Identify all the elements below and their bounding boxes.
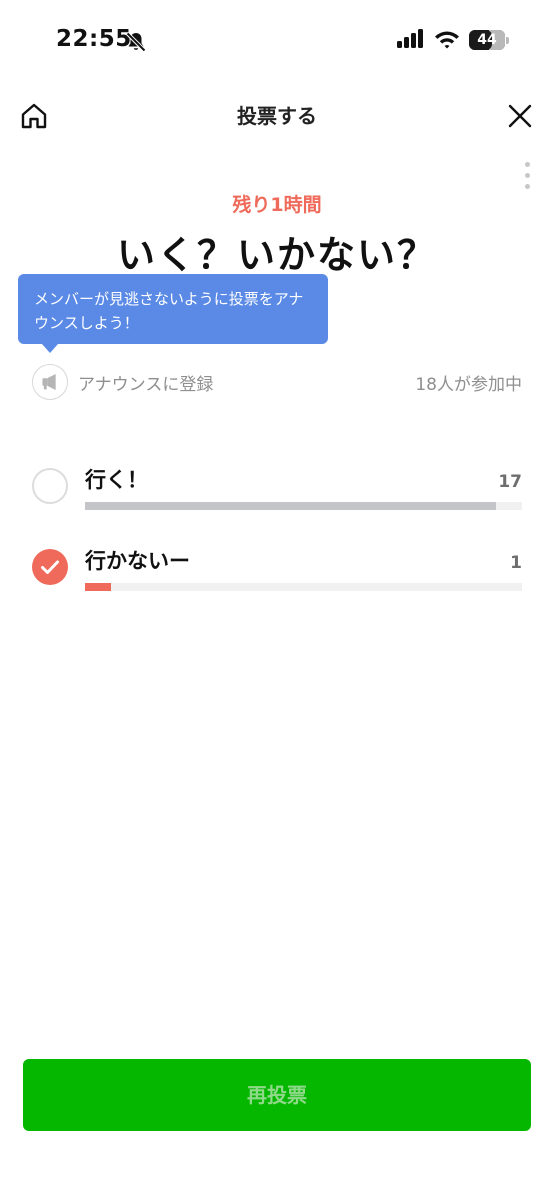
megaphone-icon[interactable] [32,364,68,400]
battery-percent: 44 [477,32,497,48]
option-vote-count: 1 [510,553,522,573]
status-bar: 22:55 44 [0,0,554,84]
option-radio-unchecked[interactable] [32,468,68,504]
option-progress-track [85,583,522,591]
time-remaining: 残り1時間 [232,194,322,216]
option-label: 行かないー [85,549,190,573]
wifi-icon [435,31,459,49]
battery-nub [506,37,509,44]
status-time: 22:55 [56,26,132,52]
announce-row: アナウンスに登録 18人が参加中 [0,362,554,402]
battery-icon: 44 [469,30,505,50]
participant-count: 18人が参加中 [415,375,522,395]
poll-question: いく？いかない？ [116,233,437,277]
close-icon[interactable] [504,100,536,132]
poll-option-not-go[interactable]: 行かないー 1 [0,541,554,611]
page-title: 投票する [237,104,317,128]
home-icon[interactable] [18,100,50,132]
option-progress-fill [85,502,496,510]
revote-button[interactable]: 再投票 [23,1059,531,1131]
option-radio-checked[interactable] [32,549,68,585]
bell-off-icon [126,32,146,52]
poll-screen: 22:55 44 投票する 残り1時間 いく？いかない？ メンバーが見逃さないよ… [0,0,554,1200]
checkmark-icon [41,560,59,574]
option-progress-fill [85,583,112,591]
option-vote-count: 17 [498,472,522,492]
cellular-signal-icon [397,29,423,48]
poll-option-go[interactable]: 行く！ 17 [0,460,554,530]
more-vertical-icon[interactable] [518,162,536,192]
tooltip-arrow [42,344,58,353]
announce-register-link[interactable]: アナウンスに登録 [78,370,213,395]
announce-tooltip: メンバーが見逃さないように投票をアナウンスしよう！ [18,274,328,344]
option-label: 行く！ [85,468,148,492]
option-progress-track [85,502,522,510]
header-bar: 投票する [0,88,554,144]
